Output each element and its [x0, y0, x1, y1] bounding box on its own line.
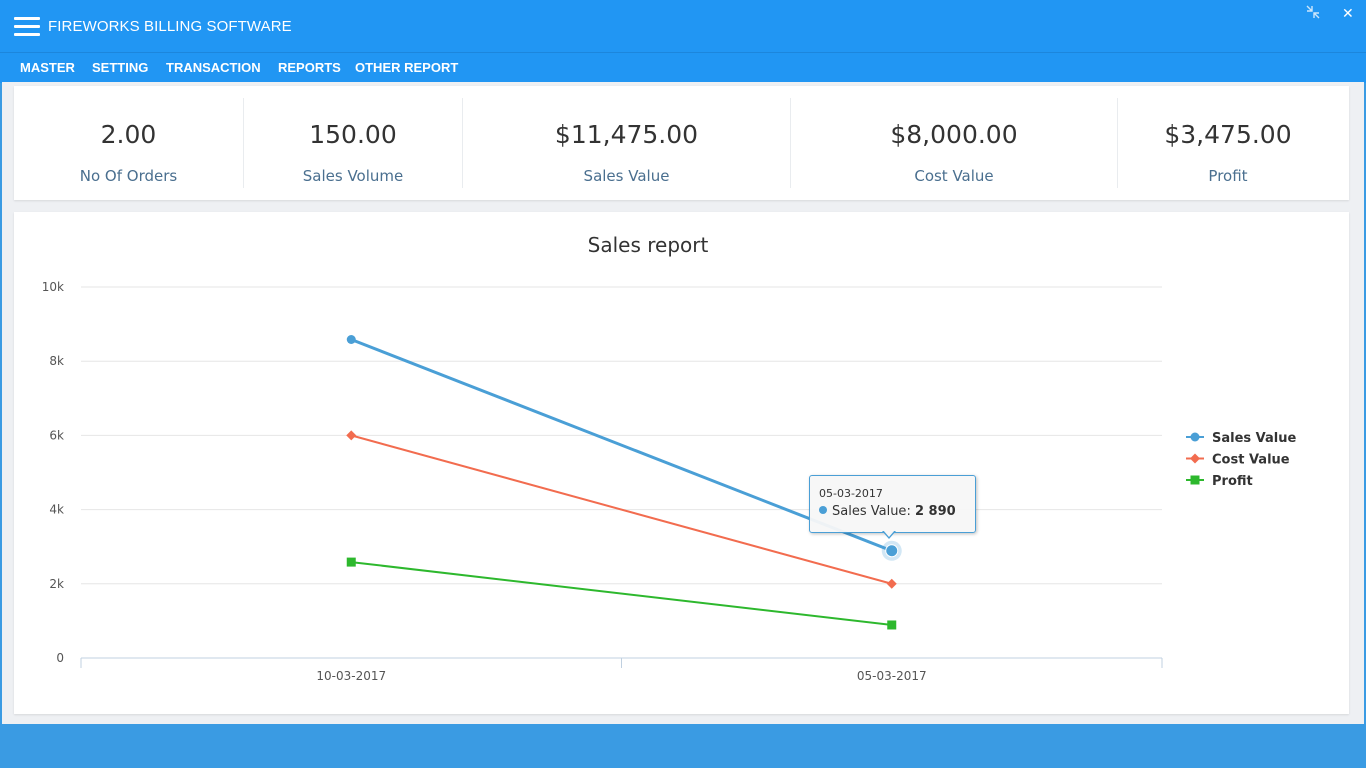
y-tick-label: 10k: [42, 280, 64, 294]
y-tick-label: 6k: [49, 428, 64, 442]
x-tick-label: 10-03-2017: [316, 669, 386, 683]
sales-value-point: [885, 544, 899, 558]
x-tick-label: 05-03-2017: [857, 669, 927, 683]
tooltip-value: 2 890: [914, 504, 956, 519]
y-tick-label: 4k: [49, 503, 64, 517]
sales-value-point: [346, 334, 356, 344]
sales-chart: Sales report 0 2k 4k 6k 8k 10k 10-03-2017 05-03-…: [42, 233, 1297, 683]
cost-value-point: [346, 430, 357, 441]
chart-title: Sales report: [588, 233, 709, 257]
y-tick-label: 0: [56, 651, 64, 665]
tooltip-arrow-inner: [883, 530, 895, 537]
legend-label-sales-value[interactable]: Sales Value: [1212, 431, 1297, 446]
legend-marker-profit: [1190, 475, 1200, 485]
y-tick-label: 2k: [49, 577, 64, 591]
tooltip-line: Sales Value: 2 890: [819, 504, 956, 519]
legend-label-profit[interactable]: Profit: [1212, 474, 1253, 489]
legend-marker-sales-value: [1190, 432, 1200, 442]
tooltip-date: 05-03-2017: [819, 487, 883, 500]
profit-line: [351, 561, 892, 626]
footer-bar: [0, 724, 1366, 768]
tooltip-series: Sales Value: [832, 504, 907, 519]
cost-value-point: [886, 578, 897, 589]
legend-marker-cost-value: [1190, 453, 1200, 464]
legend-label-cost-value[interactable]: Cost Value: [1212, 453, 1290, 468]
tooltip-dot-icon: [819, 506, 827, 514]
profit-point: [346, 557, 356, 567]
chart-tooltip: 05-03-2017 Sales Value: 2 890: [809, 475, 976, 533]
y-tick-label: 8k: [49, 354, 64, 368]
profit-point: [887, 620, 897, 630]
